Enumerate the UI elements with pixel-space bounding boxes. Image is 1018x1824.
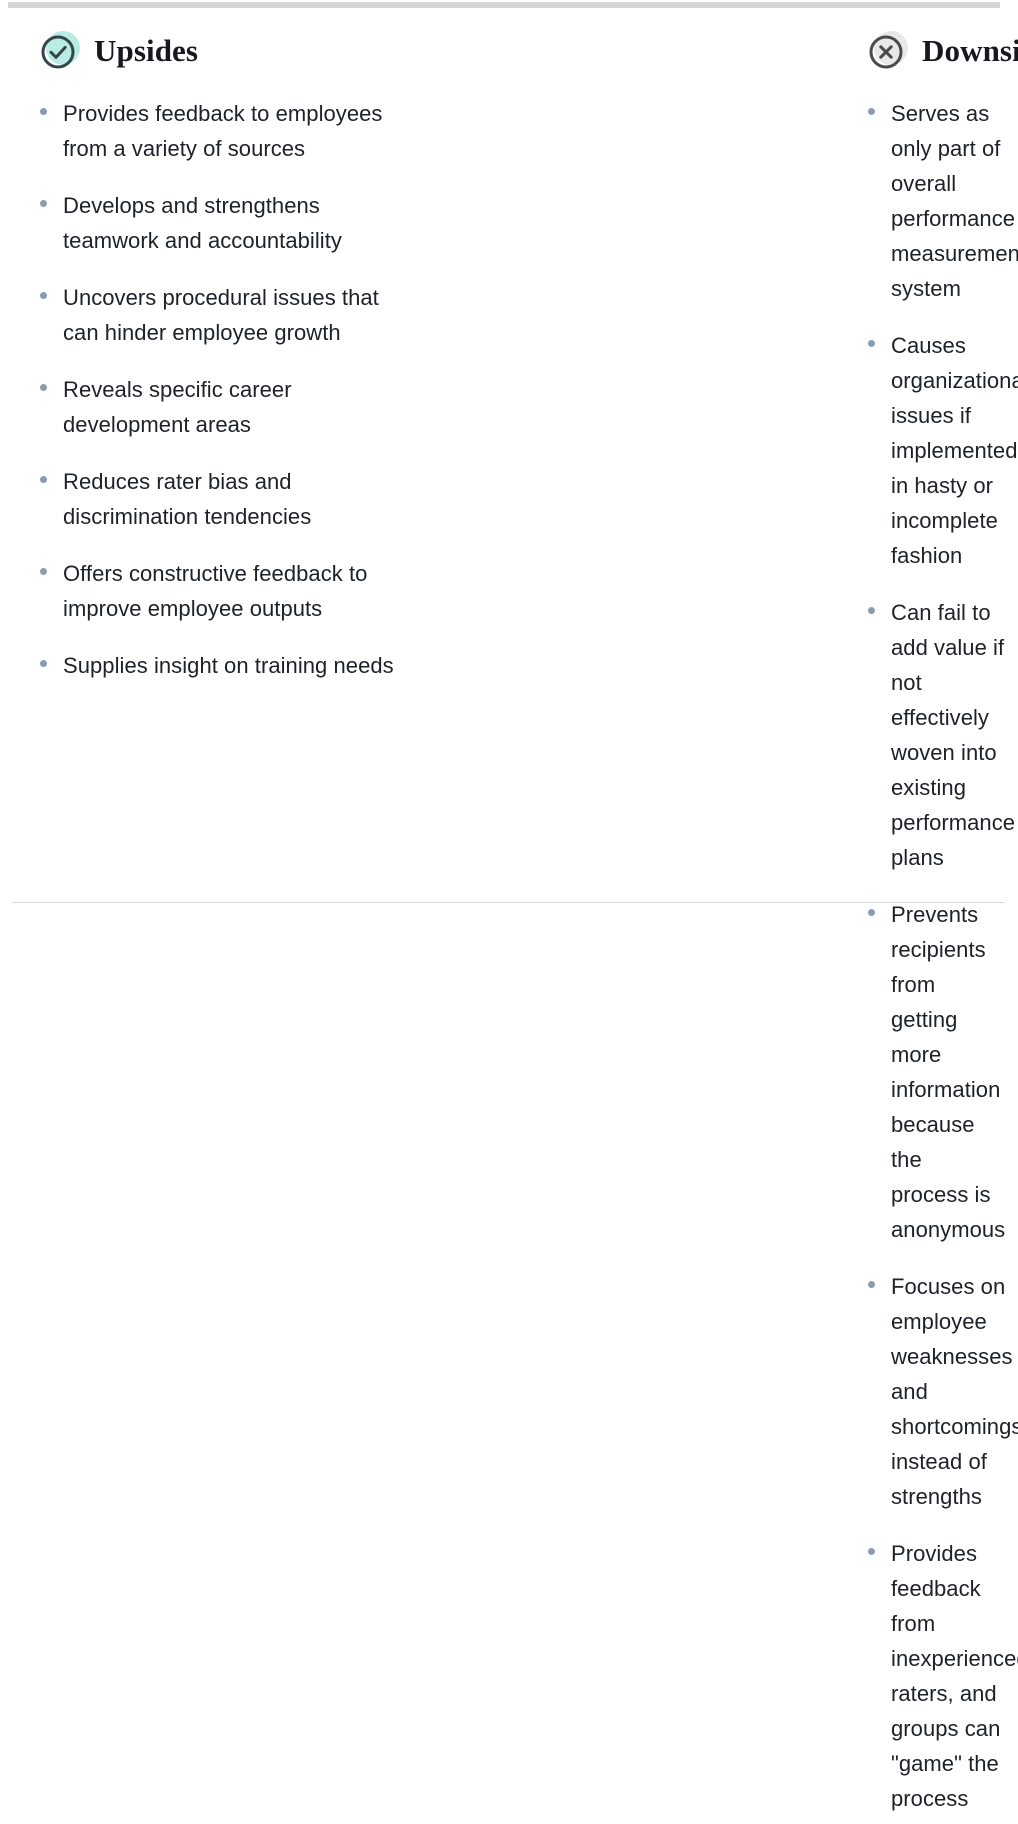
list-item-text: Focuses on employee weaknesses and short…	[891, 1274, 1018, 1509]
downsides-list: Serves as only part of overall performan…	[432, 96, 1018, 1824]
upsides-heading: Upsides	[40, 28, 432, 74]
bullet-icon	[40, 200, 47, 207]
list-item: Develops and strengthens teamwork and ac…	[40, 188, 432, 258]
list-item-text: Offers constructive feedback to improve …	[63, 561, 368, 621]
check-circle-icon	[40, 31, 80, 71]
list-item-text: Causes organizational issues if implemen…	[891, 333, 1018, 568]
list-item: Uncovers procedural issues that can hind…	[40, 280, 432, 350]
downsides-heading: Downsides	[432, 28, 1018, 74]
list-item-text: Prevents recipients from getting more in…	[891, 902, 1006, 1242]
list-item: Reveals specific career development area…	[40, 372, 432, 442]
list-item: Causes organizational issues if implemen…	[868, 328, 1018, 573]
bullet-icon	[868, 108, 875, 115]
bullet-icon	[868, 909, 875, 916]
list-item: Reduces rater bias and discrimination te…	[40, 464, 432, 534]
bullet-icon	[40, 476, 47, 483]
bottom-divider	[12, 902, 1005, 903]
list-item: Prevents recipients from getting more in…	[868, 897, 1005, 1247]
list-item-text: Uncovers procedural issues that can hind…	[63, 285, 379, 345]
list-item-text: Provides feedback to employees from a va…	[63, 101, 383, 161]
x-circle-icon	[868, 31, 908, 71]
list-item: Provides feedback from inexperienced rat…	[868, 1536, 1018, 1816]
list-item: Offers constructive feedback to improve …	[40, 556, 432, 626]
list-item-text: Supplies insight on training needs	[63, 653, 394, 678]
bullet-icon	[40, 108, 47, 115]
column-upsides: Upsides Provides feedback to employees f…	[0, 0, 432, 683]
list-item-text: Serves as only part of overall performan…	[891, 101, 1018, 301]
bullet-icon	[40, 384, 47, 391]
bullet-icon	[40, 568, 47, 575]
list-item: Serves as only part of overall performan…	[868, 96, 1018, 306]
list-item-text: Develops and strengthens teamwork and ac…	[63, 193, 342, 253]
bullet-icon	[40, 660, 47, 667]
upsides-title: Upsides	[94, 33, 199, 68]
list-item-text: Provides feedback from inexperienced rat…	[891, 1541, 1018, 1811]
bullet-icon	[868, 1548, 875, 1555]
list-item: Supplies insight on training needs	[40, 648, 432, 683]
column-downsides: Downsides Serves as only part of overall…	[432, 0, 1018, 1824]
upsides-list: Provides feedback to employees from a va…	[40, 96, 432, 683]
list-item-text: Reveals specific career development area…	[63, 377, 292, 437]
bullet-icon	[40, 292, 47, 299]
list-item-text: Can fail to add value if not effectively…	[891, 600, 1016, 870]
list-item: Can fail to add value if not effectively…	[868, 595, 1015, 875]
list-item-text: Reduces rater bias and discrimination te…	[63, 469, 312, 529]
bullet-icon	[868, 340, 875, 347]
list-item: Focuses on employee weaknesses and short…	[868, 1269, 1018, 1514]
bullet-icon	[868, 607, 875, 614]
upsides-downsides-comparison: Upsides Provides feedback to employees f…	[0, 0, 1018, 1811]
list-item: Provides feedback to employees from a va…	[40, 96, 432, 166]
downsides-title: Downsides	[922, 33, 1018, 68]
bullet-icon	[868, 1281, 875, 1288]
comparison-columns: Upsides Provides feedback to employees f…	[0, 0, 1018, 1824]
